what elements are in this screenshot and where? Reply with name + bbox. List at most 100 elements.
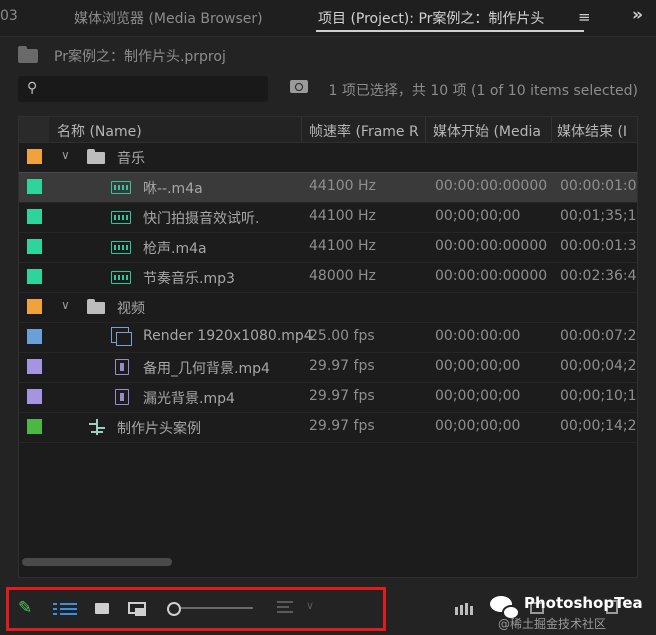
- label-color-swatch[interactable]: [27, 179, 42, 194]
- audio-clip-icon: [111, 181, 131, 194]
- item-media-start: 00:00:00:00000: [435, 238, 548, 254]
- wechat-logo-icon: [490, 596, 520, 620]
- audio-clip-icon: [111, 211, 131, 224]
- bin-folder-icon: [87, 149, 105, 164]
- table-row[interactable]: 备用_几何背景.mp4 29.97 fps 00;00;00;00 00;00;…: [19, 352, 637, 383]
- label-color-swatch[interactable]: [27, 299, 42, 314]
- tab-partial[interactable]: 03: [0, 8, 18, 24]
- horizontal-scrollbar[interactable]: [22, 558, 172, 566]
- item-media-start: 00:00:00:00000: [435, 268, 548, 284]
- table-row[interactable]: 枪声.m4a 44100 Hz 00:00:00:00000 00:00:01:…: [19, 232, 637, 263]
- sort-icon[interactable]: [277, 601, 293, 615]
- table-row[interactable]: 快门拍摄音效试听. 44100 Hz 00;00;00;00 00;01;35;…: [19, 202, 637, 233]
- column-divider[interactable]: [425, 117, 426, 142]
- watermark-source: @稀土掘金技术社区: [498, 617, 607, 631]
- item-name: 咻--.m4a: [143, 181, 203, 197]
- tab-project[interactable]: 项目 (Project): Pr案例之：制作片头: [318, 8, 544, 28]
- table-row[interactable]: 漏光背景.mp4 29.97 fps 00;00;00;00 00;00;10;…: [19, 382, 637, 413]
- item-frame-rate: 29.97 fps: [309, 358, 375, 374]
- item-frame-rate: 29.97 fps: [309, 388, 375, 404]
- watermark-name: PhotoshopTea: [524, 594, 643, 612]
- item-name: Render 1920x1080.mp4: [143, 328, 313, 344]
- zoom-slider-track[interactable]: [181, 607, 253, 609]
- table-row[interactable]: 制作片头案例 29.97 fps 00;00;00;00 00;00;14;29: [19, 412, 637, 443]
- label-color-swatch[interactable]: [27, 269, 42, 284]
- chevron-down-icon[interactable]: ∨: [61, 148, 70, 162]
- table-row[interactable]: Render 1920x1080.mp4 25.00 fps 00:00:00:…: [19, 322, 637, 353]
- audio-clip-icon: [111, 271, 131, 284]
- item-media-end: 00;00;04;29: [560, 358, 638, 374]
- item-media-end: 00;01;35;19: [560, 208, 638, 224]
- item-name: 制作片头案例: [117, 421, 201, 437]
- column-divider[interactable]: [551, 117, 552, 142]
- active-tab-underline: [316, 30, 584, 32]
- item-frame-rate: 25.00 fps: [309, 328, 375, 344]
- item-media-start: 00:00:00:00000: [435, 178, 548, 194]
- column-header-media-start[interactable]: 媒体开始 (Media: [433, 121, 541, 141]
- chevron-down-icon[interactable]: ∨: [61, 298, 70, 312]
- freeform-view-icon[interactable]: [128, 602, 146, 616]
- label-color-swatch[interactable]: [27, 419, 42, 434]
- label-color-swatch[interactable]: [27, 389, 42, 404]
- item-frame-rate: 44100 Hz: [309, 178, 376, 194]
- panel-tab-bar: 03 媒体浏览器 (Media Browser) 项目 (Project): P…: [0, 0, 656, 37]
- label-color-swatch[interactable]: [27, 359, 42, 374]
- column-header-name[interactable]: 名称 (Name): [57, 121, 142, 141]
- item-frame-rate: 44100 Hz: [309, 208, 376, 224]
- zoom-slider-handle[interactable]: [167, 602, 181, 616]
- label-color-swatch[interactable]: [27, 329, 42, 344]
- item-frame-rate: 44100 Hz: [309, 238, 376, 254]
- watermark: PhotoshopTea @稀土掘金技术社区: [490, 592, 656, 635]
- search-input[interactable]: ⚲: [18, 76, 268, 102]
- project-file-row: Pr案例之：制作片头.prproj: [0, 37, 656, 73]
- item-name: 音乐: [117, 151, 145, 167]
- video-clip-icon: [115, 389, 129, 405]
- audio-clip-icon: [111, 241, 131, 254]
- table-row[interactable]: 节奏音乐.mp3 48000 Hz 00:00:00:00000 00:02:3…: [19, 262, 637, 293]
- table-row-bin-music[interactable]: ∨ 音乐: [19, 142, 637, 173]
- automate-to-sequence-icon[interactable]: [455, 603, 475, 615]
- chevron-down-icon[interactable]: ∨: [306, 599, 314, 612]
- item-name: 备用_几何背景.mp4: [143, 361, 270, 377]
- item-name: 枪声.m4a: [143, 241, 207, 257]
- label-color-swatch[interactable]: [27, 209, 42, 224]
- tab-media-browser[interactable]: 媒体浏览器 (Media Browser): [74, 8, 263, 28]
- item-media-start: 00:00:00:00: [435, 328, 521, 344]
- video-clip-icon: [115, 359, 129, 375]
- item-frame-rate: 29.97 fps: [309, 418, 375, 434]
- list-view-icon[interactable]: [53, 603, 77, 615]
- item-media-start: 00;00;00;00: [435, 418, 521, 434]
- column-divider[interactable]: [301, 117, 302, 142]
- column-header-frame-rate[interactable]: 帧速率 (Frame R: [309, 121, 419, 141]
- item-media-end: 00;00;14;29: [560, 418, 638, 434]
- item-media-end: 00;00;10;19: [560, 388, 638, 404]
- project-folder-icon: [18, 46, 38, 63]
- item-media-end: 00:00:07:24: [560, 328, 638, 344]
- item-media-start: 00;00;00;00: [435, 358, 521, 374]
- bin-folder-icon: [87, 299, 105, 314]
- project-items-table: 名称 (Name) 帧速率 (Frame R 媒体开始 (Media 媒体结束 …: [18, 116, 638, 578]
- pencil-icon[interactable]: ✎: [18, 598, 32, 618]
- new-search-bin-icon[interactable]: [290, 80, 308, 93]
- overflow-chevron-icon[interactable]: ››: [632, 5, 643, 25]
- item-media-start: 00;00;00;00: [435, 388, 521, 404]
- table-row-bin-video[interactable]: ∨ 视频: [19, 292, 637, 323]
- panel-menu-icon[interactable]: ≡: [578, 8, 591, 26]
- multicam-clip-icon: [111, 327, 132, 346]
- sequence-icon: [87, 417, 107, 437]
- selection-status: 1 项已选择，共 10 项 (1 of 10 items selected): [328, 83, 638, 99]
- icon-view-icon[interactable]: [95, 603, 109, 614]
- column-header-media-end[interactable]: 媒体结束 (I: [557, 121, 627, 141]
- label-color-swatch[interactable]: [27, 239, 42, 254]
- item-name: 漏光背景.mp4: [143, 391, 235, 407]
- item-name: 视频: [117, 301, 145, 317]
- label-color-swatch[interactable]: [27, 149, 42, 164]
- label-column-header[interactable]: [19, 117, 49, 142]
- item-name: 快门拍摄音效试听.: [143, 211, 260, 227]
- item-media-start: 00;00;00;00: [435, 208, 521, 224]
- search-icon: ⚲: [27, 80, 38, 96]
- table-row-selected[interactable]: 咻--.m4a 44100 Hz 00:00:00:00000 00:00:01…: [19, 172, 637, 203]
- item-media-end: 00:00:01:39: [560, 238, 638, 254]
- item-media-end: 00:00:01:09: [560, 178, 638, 194]
- item-name: 节奏音乐.mp3: [143, 271, 235, 287]
